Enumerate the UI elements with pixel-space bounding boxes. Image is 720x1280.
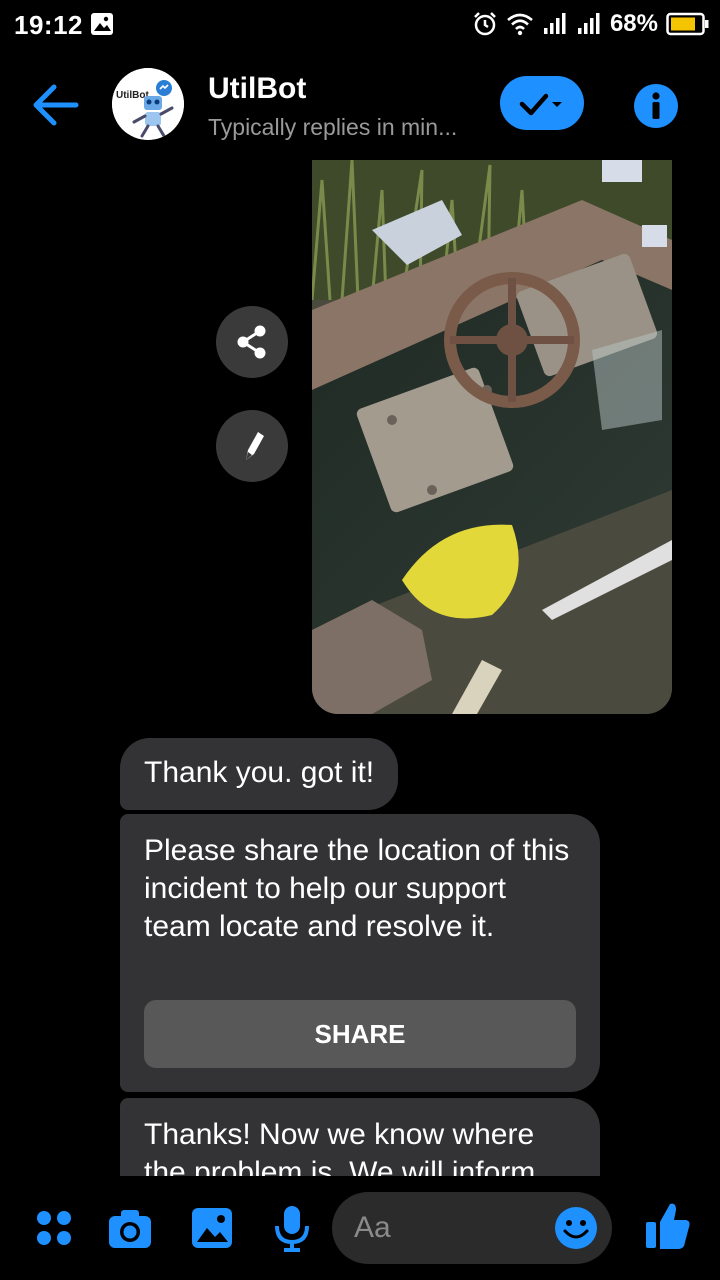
message-bubble: Please share the location of this incide…: [120, 814, 600, 1092]
wifi-icon: [507, 13, 533, 36]
info-button[interactable]: [634, 84, 678, 128]
battery-percent: 68%: [609, 10, 658, 37]
message-text: Thank you. got it!: [144, 756, 375, 789]
signal-icon: [543, 13, 566, 34]
edit-photo-button[interactable]: [216, 410, 288, 482]
composer-bar: [0, 1176, 720, 1280]
signal-icon: [577, 13, 600, 34]
share-photo-button[interactable]: [216, 306, 288, 378]
valve-photo-image: [312, 160, 672, 714]
contact-status: Typically replies in min...: [208, 114, 458, 140]
pencil-icon: [246, 432, 264, 460]
robot-icon: UtilBot: [112, 68, 184, 140]
emoji-icon[interactable]: [554, 1206, 598, 1250]
avatar[interactable]: UtilBot: [112, 68, 184, 140]
message-text: Thanks! Now we know where the problem is…: [144, 1118, 536, 1176]
apps-icon[interactable]: [30, 1204, 78, 1252]
message-bubble: Thanks! Now we know where the problem is…: [120, 1098, 600, 1176]
status-icons: 68%: [472, 9, 710, 39]
alarm-icon: [474, 12, 496, 36]
chat-header: UtilBot UtilBot Typically replies in min…: [0, 60, 720, 150]
battery-icon: [666, 12, 709, 36]
check-dropdown-icon: [519, 93, 562, 116]
share-icon: [237, 325, 266, 359]
camera-icon[interactable]: [106, 1204, 154, 1252]
message-input[interactable]: [354, 1208, 554, 1248]
gallery-icon[interactable]: [188, 1204, 236, 1252]
status-time: 19:12: [14, 10, 83, 40]
back-arrow-icon[interactable]: [30, 82, 80, 128]
message-bubble: Thank you. got it!: [120, 738, 399, 810]
thumbs-up-icon[interactable]: [644, 1200, 692, 1252]
info-icon: [652, 92, 660, 119]
photo-message[interactable]: [312, 160, 672, 714]
status-bar: 19:12 68%: [0, 0, 720, 50]
message-text: Please share the location of this incide…: [144, 834, 570, 943]
gallery-icon: [91, 13, 113, 35]
message-input-container[interactable]: [332, 1192, 612, 1264]
share-location-button[interactable]: SHARE: [144, 1000, 576, 1068]
message-list[interactable]: Thank you. got it! Please share the loca…: [0, 160, 720, 1176]
contact-name: UtilBot: [208, 72, 307, 105]
subscribe-button[interactable]: [500, 76, 584, 130]
microphone-icon[interactable]: [268, 1204, 316, 1252]
